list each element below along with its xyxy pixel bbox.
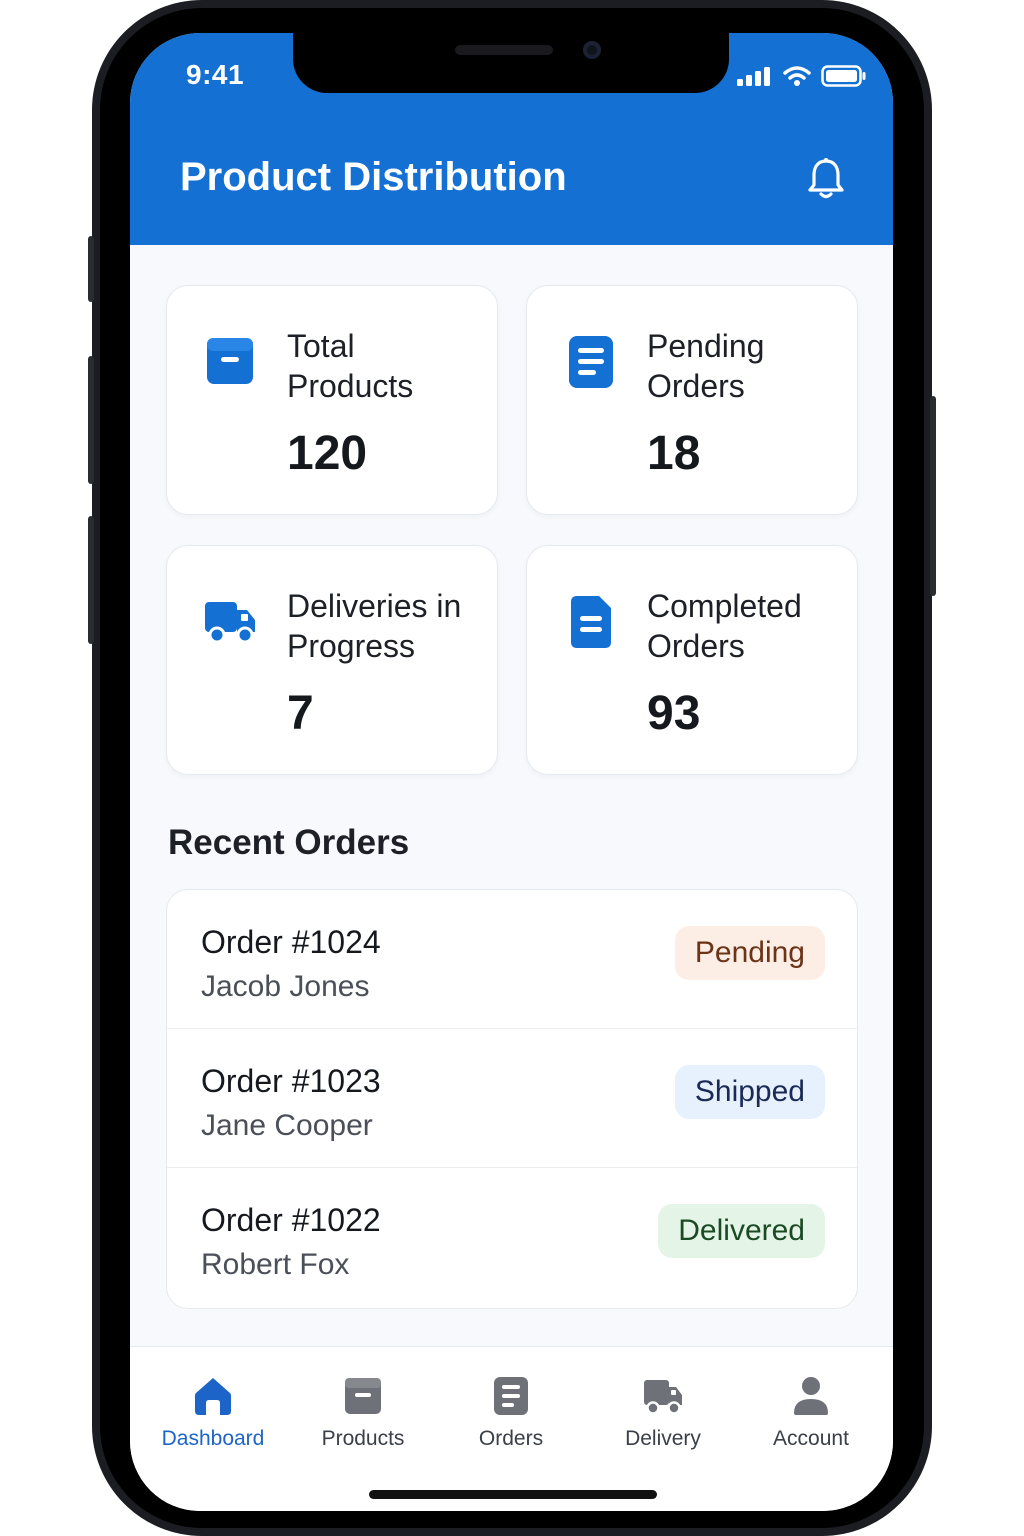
tab-delivery[interactable]: Delivery: [588, 1375, 738, 1451]
stat-card-deliveries[interactable]: Deliveries in Progress 7: [166, 545, 498, 775]
notch: [293, 33, 729, 93]
document-list-icon: [494, 1377, 528, 1415]
archive-box-icon: [345, 1378, 381, 1414]
battery-icon: [821, 65, 866, 87]
order-number: Order #1024: [201, 924, 381, 960]
truck-icon: [644, 1380, 682, 1415]
recent-orders-title: Recent Orders: [168, 823, 410, 862]
stat-value: 7: [287, 687, 314, 740]
recent-orders-list: Order #1024 Jacob Jones Pending Order #1…: [166, 889, 858, 1309]
order-number: Order #1023: [201, 1063, 381, 1099]
order-row[interactable]: Order #1023 Jane Cooper Shipped: [167, 1029, 857, 1168]
tab-orders[interactable]: Orders: [436, 1375, 586, 1451]
cellular-signal-icon: [737, 67, 770, 86]
stat-label: Deliveries in Progress: [287, 588, 462, 664]
status-badge: Shipped: [674, 1065, 825, 1119]
tab-dashboard[interactable]: Dashboard: [138, 1375, 288, 1451]
stat-value: 93: [647, 687, 701, 740]
wifi-icon: [783, 66, 811, 86]
tab-label: Products: [321, 1427, 405, 1450]
tab-label: Dashboard: [161, 1427, 265, 1450]
tab-label: Orders: [478, 1427, 544, 1450]
status-time: 9:41: [186, 59, 245, 90]
document-icon: [571, 596, 611, 648]
tab-account[interactable]: Account: [736, 1375, 886, 1451]
tab-label: Account: [773, 1427, 849, 1450]
stat-label: Pending Orders: [647, 328, 765, 404]
order-number: Order #1022: [201, 1202, 381, 1238]
home-icon: [195, 1378, 231, 1415]
volume-down-button: [88, 516, 94, 644]
stat-card-completed-orders[interactable]: Completed Orders 93: [526, 545, 858, 775]
status-icons: [737, 65, 867, 87]
front-camera: [583, 41, 601, 59]
document-list-icon: [569, 336, 613, 388]
truck-icon: [205, 602, 255, 644]
screen: 9:41 Product Distribution Total Products…: [130, 33, 893, 1511]
customer-name: Jane Cooper: [201, 1109, 373, 1142]
power-button: [930, 396, 936, 596]
order-row[interactable]: Order #1024 Jacob Jones Pending: [167, 890, 857, 1029]
home-indicator: [369, 1490, 657, 1499]
stat-card-pending-orders[interactable]: Pending Orders 18: [526, 285, 858, 515]
archive-box-icon: [207, 338, 253, 384]
speaker-grille: [455, 45, 553, 55]
page-title: Product Distribution: [180, 155, 567, 199]
bell-icon[interactable]: [806, 157, 846, 201]
app-header: 9:41 Product Distribution: [130, 33, 893, 245]
stat-label: Completed Orders: [647, 588, 802, 664]
stat-label: Total Products: [287, 328, 414, 404]
status-badge: Pending: [674, 926, 825, 980]
status-badge: Delivered: [658, 1204, 825, 1258]
stat-value: 18: [647, 427, 701, 480]
stat-card-total-products[interactable]: Total Products 120: [166, 285, 498, 515]
person-icon: [794, 1377, 828, 1415]
customer-name: Robert Fox: [201, 1248, 350, 1281]
order-row[interactable]: Order #1022 Robert Fox Delivered: [167, 1168, 857, 1307]
tab-bar: Dashboard Products Orders Delivery Accou…: [130, 1346, 893, 1511]
tab-products[interactable]: Products: [288, 1375, 438, 1451]
silent-switch: [88, 236, 94, 302]
customer-name: Jacob Jones: [201, 970, 370, 1003]
tab-label: Delivery: [625, 1427, 701, 1450]
volume-up-button: [88, 356, 94, 484]
stat-value: 120: [287, 427, 368, 480]
